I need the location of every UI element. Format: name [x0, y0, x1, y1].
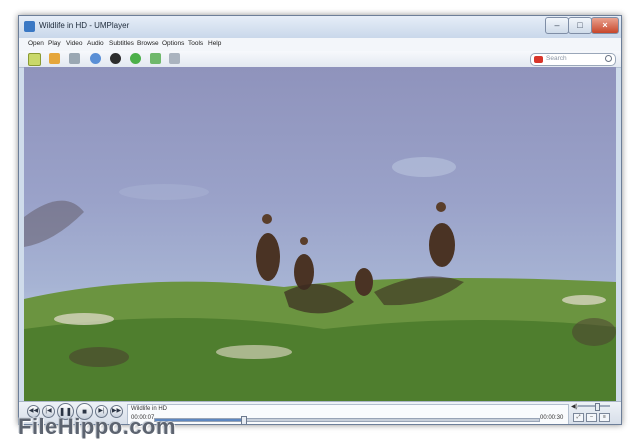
menu-subtitles[interactable]: Subtitles — [109, 40, 134, 47]
window-title: Wildlife in HD - UMPlayer — [39, 21, 130, 30]
close-button[interactable]: × — [591, 17, 619, 34]
search-icon[interactable] — [605, 55, 612, 62]
minimize-button[interactable]: – — [545, 17, 569, 34]
menu-options[interactable]: Options — [162, 40, 184, 47]
search-box[interactable]: Search — [530, 53, 616, 66]
maximize-button[interactable]: □ — [568, 17, 592, 34]
volume-slider[interactable] — [578, 403, 610, 411]
volume-icon[interactable]: ◀) — [571, 403, 578, 410]
globe-icon[interactable] — [90, 53, 101, 64]
search-input[interactable]: Search — [546, 55, 567, 62]
menu-video[interactable]: Video — [66, 40, 83, 47]
menu-bar: Open Play Video Audio Subtitles Browse O… — [19, 38, 621, 51]
seek-bar[interactable] — [154, 416, 540, 424]
menu-open[interactable]: Open — [28, 40, 44, 47]
watermark-logo: FileHippo.com — [18, 414, 177, 439]
video-frame-birds — [24, 157, 616, 401]
compact-mode-icon[interactable]: – — [586, 413, 597, 422]
app-icon — [24, 21, 35, 32]
menu-browse[interactable]: Browse — [137, 40, 159, 47]
chat-icon[interactable] — [130, 53, 141, 64]
playlist-icon[interactable]: ≡ — [599, 413, 610, 422]
media-title: Wildlife in HD — [131, 406, 168, 412]
youtube-icon — [534, 56, 543, 63]
um-logo-icon[interactable] — [28, 53, 41, 66]
video-area[interactable] — [24, 67, 616, 401]
menu-play[interactable]: Play — [48, 40, 61, 47]
menu-audio[interactable]: Audio — [87, 40, 104, 47]
player-window: Wildlife in HD - UMPlayer – □ × Open Pla… — [18, 15, 622, 425]
recycle-icon[interactable] — [150, 53, 161, 64]
menu-help[interactable]: Help — [208, 40, 221, 47]
media-info-panel: Wildlife in HD 00:00:07 00:00:30 — [127, 404, 569, 424]
volume-handle[interactable] — [595, 403, 601, 411]
gear-icon[interactable] — [169, 53, 180, 64]
fullscreen-icon[interactable]: ⤢ — [573, 413, 584, 422]
title-bar[interactable]: Wildlife in HD - UMPlayer – □ × — [19, 16, 621, 38]
time-total: 00:00:30 — [540, 415, 564, 421]
tv-icon[interactable] — [69, 53, 80, 64]
menu-tools[interactable]: Tools — [188, 40, 203, 47]
toolbar: Search — [19, 51, 621, 68]
folder-icon[interactable] — [49, 53, 60, 64]
disc-icon[interactable] — [110, 53, 121, 64]
seek-handle[interactable] — [241, 416, 248, 424]
